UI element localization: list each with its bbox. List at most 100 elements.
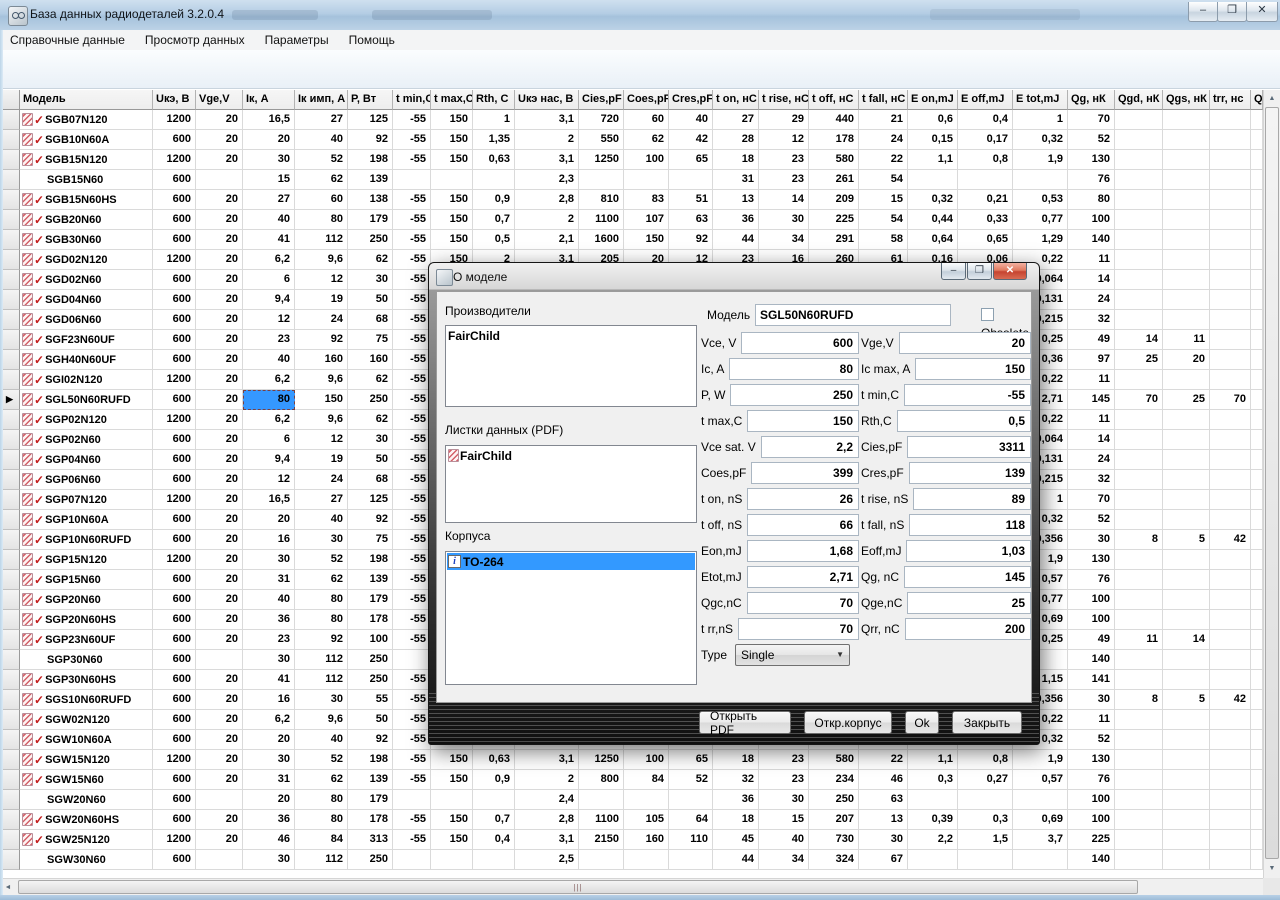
cell[interactable]: 50 (348, 290, 393, 310)
cell[interactable] (1013, 790, 1068, 810)
row-selector[interactable] (3, 150, 20, 170)
row-selector[interactable] (3, 830, 20, 850)
cell[interactable]: -55 (393, 350, 431, 370)
param-input[interactable]: 3311 (907, 436, 1031, 458)
cell[interactable]: 550 (579, 130, 624, 150)
cell[interactable]: 1,29 (1013, 230, 1068, 250)
cell[interactable]: 3,1 (515, 750, 579, 770)
cell[interactable]: -55 (393, 470, 431, 490)
cell[interactable]: 30 (243, 650, 295, 670)
cell[interactable] (1210, 570, 1251, 590)
cell[interactable]: 30 (243, 150, 295, 170)
cell[interactable]: 150 (431, 130, 473, 150)
cell[interactable] (1210, 510, 1251, 530)
cell[interactable]: 600 (153, 630, 196, 650)
cell[interactable] (1210, 710, 1251, 730)
cell[interactable] (1251, 790, 1263, 810)
row-selector[interactable] (3, 130, 20, 150)
cell[interactable] (196, 650, 243, 670)
cell[interactable] (669, 850, 713, 870)
cell[interactable] (1210, 330, 1251, 350)
cell[interactable]: 3,7 (1013, 830, 1068, 850)
cell[interactable]: 1250 (579, 150, 624, 170)
scroll-down-icon[interactable]: ▼ (1264, 860, 1280, 876)
cell[interactable]: 6 (243, 270, 295, 290)
row-selector[interactable] (3, 250, 20, 270)
cell[interactable]: 600 (153, 850, 196, 870)
minimize-button[interactable]: – (1188, 2, 1218, 22)
cell[interactable] (1163, 550, 1210, 570)
menu-help[interactable]: Помощь (339, 31, 405, 49)
cell[interactable] (1013, 170, 1068, 190)
cell[interactable]: 207 (809, 810, 859, 830)
cell[interactable]: 600 (153, 430, 196, 450)
cell[interactable]: 225 (1068, 830, 1115, 850)
cell[interactable] (1210, 850, 1251, 870)
cell[interactable] (1251, 350, 1263, 370)
param-input[interactable]: 139 (909, 462, 1031, 484)
cell[interactable] (1251, 110, 1263, 130)
packages-listbox[interactable]: iTO-264 (445, 551, 697, 685)
cell[interactable]: 600 (153, 270, 196, 290)
row-selector[interactable] (3, 730, 20, 750)
cell[interactable]: 720 (579, 110, 624, 130)
vertical-scrollbar[interactable]: ▲ ▼ (1263, 90, 1280, 878)
scroll-up-icon[interactable]: ▲ (1264, 90, 1280, 106)
cell[interactable]: 0,77 (1013, 210, 1068, 230)
cell[interactable] (1163, 370, 1210, 390)
column-header[interactable]: Uкэ нас, В (515, 90, 579, 110)
column-header[interactable]: E on,mJ (908, 90, 958, 110)
cell[interactable]: 25 (1163, 390, 1210, 410)
cell[interactable]: -55 (393, 810, 431, 830)
cell[interactable]: 52 (1068, 130, 1115, 150)
cell[interactable]: -55 (393, 250, 431, 270)
cell[interactable]: 209 (809, 190, 859, 210)
row-selector[interactable] (3, 690, 20, 710)
cell[interactable] (1163, 110, 1210, 130)
cell[interactable]: 600 (153, 210, 196, 230)
cell[interactable]: 100 (348, 630, 393, 650)
cell[interactable]: 1200 (153, 830, 196, 850)
cell[interactable]: 20 (196, 690, 243, 710)
cell[interactable]: 51 (669, 190, 713, 210)
cell[interactable]: 18 (713, 810, 759, 830)
cell[interactable]: -55 (393, 750, 431, 770)
cell[interactable] (1210, 170, 1251, 190)
cell[interactable]: 40 (295, 510, 348, 530)
cell[interactable] (1210, 110, 1251, 130)
cell[interactable]: 0,6 (908, 110, 958, 130)
cell[interactable]: 198 (348, 150, 393, 170)
cell[interactable]: -55 (393, 130, 431, 150)
cell[interactable]: 62 (295, 570, 348, 590)
cell[interactable]: 23 (243, 330, 295, 350)
cell[interactable]: 140 (1068, 850, 1115, 870)
open-package-button[interactable]: Откр.корпус (804, 711, 892, 734)
param-input[interactable]: 70 (747, 592, 859, 614)
cell[interactable]: 150 (431, 210, 473, 230)
cell[interactable]: 20 (196, 430, 243, 450)
row-selector[interactable] (3, 570, 20, 590)
cell[interactable] (1210, 650, 1251, 670)
cell[interactable]: -55 (393, 730, 431, 750)
cell[interactable] (1251, 850, 1263, 870)
row-selector[interactable] (3, 630, 20, 650)
cell[interactable]: 68 (348, 310, 393, 330)
cell[interactable]: 64 (669, 810, 713, 830)
cell[interactable] (1163, 410, 1210, 430)
cell[interactable]: 62 (624, 130, 669, 150)
cell[interactable]: 150 (431, 230, 473, 250)
cell[interactable] (1163, 810, 1210, 830)
column-header[interactable]: Модель (20, 90, 153, 110)
param-input[interactable]: 1,68 (747, 540, 859, 562)
model-cell[interactable]: ✓SGP20N60 (20, 590, 153, 610)
cell[interactable]: 20 (196, 130, 243, 150)
cell[interactable]: 0,57 (1013, 770, 1068, 790)
cell[interactable]: 46 (243, 830, 295, 850)
cell[interactable]: 1200 (153, 550, 196, 570)
cell[interactable]: 160 (624, 830, 669, 850)
cell[interactable]: 250 (348, 650, 393, 670)
model-cell[interactable]: SGP30N60 (20, 650, 153, 670)
cell[interactable]: 83 (624, 190, 669, 210)
cell[interactable] (1163, 190, 1210, 210)
cell[interactable]: 225 (809, 210, 859, 230)
